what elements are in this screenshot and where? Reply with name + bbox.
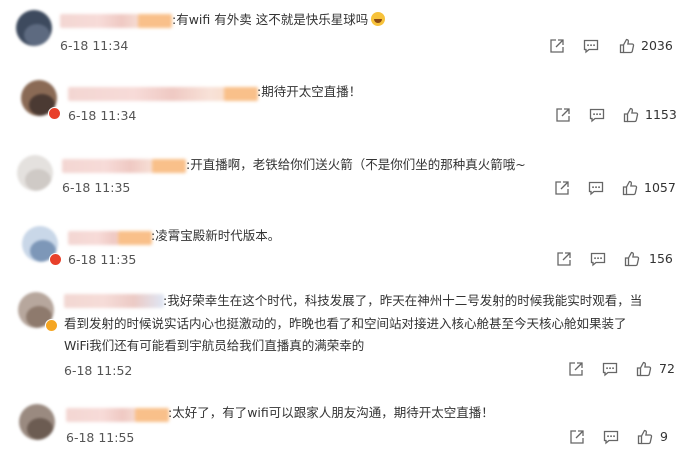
thumbs-up-icon[interactable] xyxy=(636,428,654,446)
laughing-tears-emoji xyxy=(371,12,386,26)
comment-text: :凌霄宝殿新时代版本。 xyxy=(151,228,281,243)
avatar[interactable] xyxy=(17,155,53,191)
comment-item: :有wifi 有外卖 这不就是快乐星球吗 6-18 11:34 2036 xyxy=(0,0,688,62)
share-icon[interactable] xyxy=(553,179,571,197)
thumbs-up-icon[interactable] xyxy=(622,106,640,124)
username-blurred[interactable] xyxy=(62,159,186,173)
comment-text: :有wifi 有外卖 这不就是快乐星球吗 xyxy=(172,10,386,30)
verified-badge xyxy=(48,107,61,120)
comment-text: :开直播啊，老铁给你们送火箭（不是你们坐的那种真火箭哦~ xyxy=(186,157,526,172)
comment-time: 6-18 11:34 xyxy=(68,108,137,123)
thumbs-up-icon[interactable] xyxy=(623,250,641,268)
comment-item: :太好了，有了wifi可以跟家人朋友沟通，期待开太空直播！ 6-18 11:55… xyxy=(0,398,688,463)
share-icon[interactable] xyxy=(567,360,585,378)
comment-text: :期待开太空直播！ xyxy=(257,84,362,99)
username-blurred[interactable] xyxy=(64,294,164,308)
share-icon[interactable] xyxy=(554,106,572,124)
share-icon[interactable] xyxy=(555,250,573,268)
comment-time: 6-18 11:35 xyxy=(62,180,131,195)
comment-time: 6-18 11:52 xyxy=(64,363,133,378)
comment-icon[interactable] xyxy=(602,428,620,446)
like-count: 72 xyxy=(659,361,675,376)
username-blurred[interactable] xyxy=(66,408,169,422)
comment-text-line: :我好荣幸生在这个时代，科技发展了，昨天在神州十二号发射的时候我能实时观看，当 xyxy=(163,293,643,308)
comment-icon[interactable] xyxy=(588,106,606,124)
comment-text-line: WiFi我们还有可能看到宇航员给我们直播真的满荣幸的 xyxy=(64,338,365,353)
like-count: 9 xyxy=(660,429,668,444)
comment-icon[interactable] xyxy=(601,360,619,378)
username-blurred[interactable] xyxy=(68,231,152,245)
username-blurred[interactable] xyxy=(68,87,258,101)
verified-badge xyxy=(45,319,58,332)
like-count: 1057 xyxy=(644,180,676,195)
comment-item: :我好荣幸生在这个时代，科技发展了，昨天在神州十二号发射的时候我能实时观看，当 … xyxy=(0,290,688,388)
comment-icon[interactable] xyxy=(589,250,607,268)
comment-icon[interactable] xyxy=(582,37,600,55)
comment-icon[interactable] xyxy=(587,179,605,197)
share-icon[interactable] xyxy=(548,37,566,55)
verified-badge xyxy=(49,253,62,266)
thumbs-up-icon[interactable] xyxy=(618,37,636,55)
comment-time: 6-18 11:35 xyxy=(68,252,137,267)
avatar[interactable] xyxy=(19,404,55,440)
comment-item: :期待开太空直播！ 6-18 11:34 1153 xyxy=(0,75,688,135)
comment-text: :太好了，有了wifi可以跟家人朋友沟通，期待开太空直播！ xyxy=(168,405,494,420)
thumbs-up-icon[interactable] xyxy=(635,360,653,378)
thumbs-up-icon[interactable] xyxy=(621,179,639,197)
like-count: 156 xyxy=(649,251,673,266)
like-count: 1153 xyxy=(645,107,677,122)
comment-time: 6-18 11:55 xyxy=(66,430,135,445)
avatar[interactable] xyxy=(16,10,52,46)
comment-item: :开直播啊，老铁给你们送火箭（不是你们坐的那种真火箭哦~ 6-18 11:35 … xyxy=(0,148,688,210)
username-blurred[interactable] xyxy=(60,14,172,28)
comment-time: 6-18 11:34 xyxy=(60,38,129,53)
comment-text-line: 看到发射的时候说实话内心也挺激动的，昨晚也看了和空间站对接进入核心舱甚至今天核心… xyxy=(64,316,627,331)
share-icon[interactable] xyxy=(568,428,586,446)
like-count: 2036 xyxy=(641,38,673,53)
comment-item: :凌霄宝殿新时代版本。 6-18 11:35 156 xyxy=(0,221,688,281)
